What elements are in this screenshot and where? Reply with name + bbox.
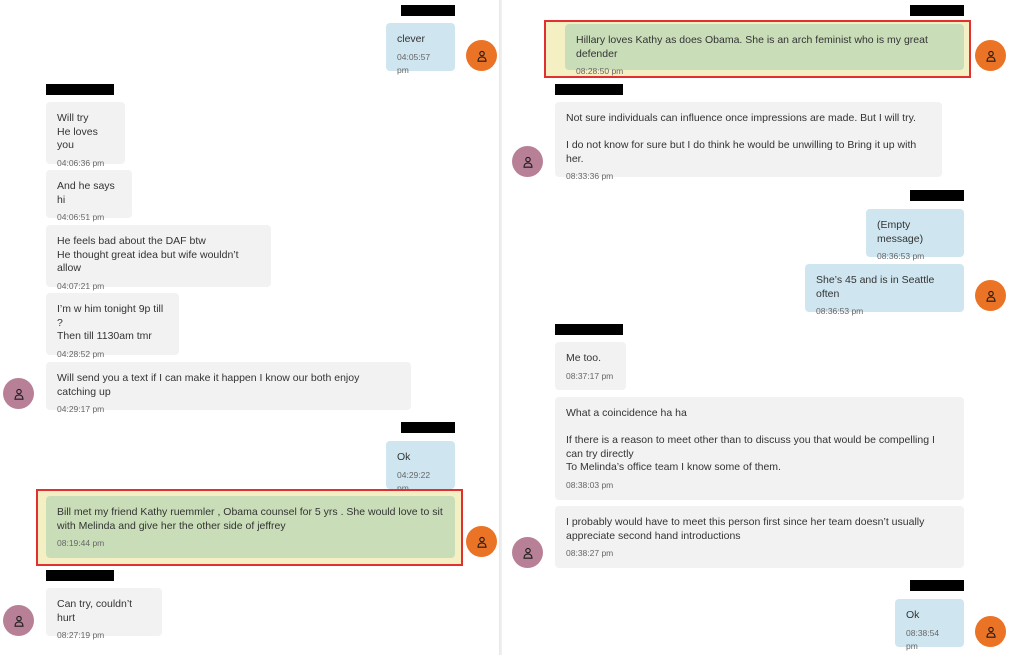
message-text: I probably would have to meet this perso… <box>566 516 925 542</box>
redaction-bar <box>555 324 623 335</box>
message-time: 08:38:27 pm <box>566 548 614 558</box>
avatar[interactable] <box>975 616 1006 647</box>
message-bubble-outgoing[interactable]: clever 04:05:57 pm <box>386 23 455 75</box>
redaction-bar <box>46 570 114 581</box>
message-text: And he says hi <box>57 180 115 206</box>
message-bubble-incoming[interactable]: He feels bad about the DAF btw He though… <box>46 225 271 291</box>
message-time: 08:37:17 pm <box>566 370 614 381</box>
message-bubble-incoming[interactable]: What a coincidence ha ha If there is a r… <box>555 397 964 500</box>
message-time: 04:29:17 pm <box>57 404 105 414</box>
message-time: 08:36:53 pm <box>877 251 925 261</box>
message-time: 08:27:19 pm <box>57 630 105 640</box>
avatar[interactable] <box>512 537 543 568</box>
person-icon <box>522 156 534 168</box>
redaction-bar <box>46 84 114 95</box>
avatar[interactable] <box>512 146 543 177</box>
message-time: 08:38:03 pm <box>566 479 614 490</box>
message-bubble-highlighted[interactable]: Hillary loves Kathy as does Obama. She i… <box>565 24 964 76</box>
message-text: Will try He loves you <box>57 112 98 151</box>
message-bubble-incoming[interactable]: I probably would have to meet this perso… <box>555 506 964 568</box>
message-bubble-outgoing[interactable]: She’s 45 and is in Seattle often 08:36:5… <box>805 264 964 316</box>
message-time: 04:06:51 pm <box>57 212 105 222</box>
message-time: 08:28:50 pm <box>576 66 624 76</box>
message-bubble-incoming[interactable]: Me too. 08:37:17 pm <box>555 342 626 390</box>
message-text: Hillary loves Kathy as does Obama. She i… <box>576 34 928 60</box>
message-bubble-incoming[interactable]: Can try, couldn’t hurt 08:27:19 pm <box>46 588 162 640</box>
redaction-bar <box>401 5 455 16</box>
message-time: 04:06:36 pm <box>57 157 105 168</box>
redaction-bar <box>910 190 964 201</box>
person-icon <box>13 615 25 627</box>
chat-panel-left: clever 04:05:57 pm Will try He loves you… <box>0 0 500 655</box>
message-text: Ok <box>906 609 920 621</box>
avatar[interactable] <box>3 605 34 636</box>
message-text: She’s 45 and is in Seattle often <box>816 274 935 300</box>
message-text: He feels bad about the DAF btw He though… <box>57 235 239 274</box>
chat-panel-right: Hillary loves Kathy as does Obama. She i… <box>502 0 1024 655</box>
redaction-bar <box>555 84 623 95</box>
message-time: 04:05:57 pm <box>397 51 431 76</box>
message-bubble-incoming[interactable]: Not sure individuals can influence once … <box>555 102 942 181</box>
message-text: Ok <box>397 451 411 463</box>
message-bubble-outgoing[interactable]: (Empty message) 08:36:53 pm <box>866 209 964 261</box>
message-text: Bill met my friend Kathy ruemmler , Obam… <box>57 506 443 532</box>
message-bubble-incoming[interactable]: Will try He loves you 04:06:36 pm <box>46 102 125 168</box>
avatar[interactable] <box>975 40 1006 71</box>
redaction-bar <box>910 5 964 16</box>
message-text: Me too. <box>566 352 602 364</box>
redaction-bar <box>401 422 455 433</box>
message-text: clever <box>397 33 426 45</box>
message-text: Not sure individuals can influence once … <box>566 112 917 165</box>
message-bubble-incoming[interactable]: And he says hi 04:06:51 pm <box>46 170 132 222</box>
person-icon <box>985 50 997 62</box>
avatar[interactable] <box>466 40 497 71</box>
person-icon <box>985 626 997 638</box>
person-icon <box>522 547 534 559</box>
person-icon <box>476 50 488 62</box>
person-icon <box>476 536 488 548</box>
avatar[interactable] <box>3 378 34 409</box>
avatar[interactable] <box>975 280 1006 311</box>
message-bubble-outgoing[interactable]: Ok 08:38:54 pm <box>895 599 964 651</box>
message-text: I’m w him tonight 9p till ? Then till 11… <box>57 303 164 342</box>
message-time: 08:19:44 pm <box>57 538 105 548</box>
message-text: What a coincidence ha ha If there is a r… <box>566 407 935 473</box>
message-time: 04:28:52 pm <box>57 348 105 359</box>
message-bubble-incoming[interactable]: I’m w him tonight 9p till ? Then till 11… <box>46 293 179 359</box>
redaction-bar <box>910 580 964 591</box>
message-time: 08:36:53 pm <box>816 306 864 316</box>
message-bubble-outgoing[interactable]: Ok 04:29:22 pm <box>386 441 455 493</box>
person-icon <box>13 388 25 400</box>
message-time: 08:38:54 pm <box>906 627 940 652</box>
message-time: 08:33:36 pm <box>566 171 614 181</box>
person-icon <box>985 290 997 302</box>
message-bubble-incoming[interactable]: Will send you a text if I can make it ha… <box>46 362 411 414</box>
message-bubble-highlighted[interactable]: Bill met my friend Kathy ruemmler , Obam… <box>46 496 455 558</box>
message-text: Can try, couldn’t hurt <box>57 598 133 624</box>
message-text: (Empty message) <box>877 219 924 245</box>
avatar[interactable] <box>466 526 497 557</box>
message-text: Will send you a text if I can make it ha… <box>57 372 360 398</box>
message-time: 04:07:21 pm <box>57 280 105 291</box>
